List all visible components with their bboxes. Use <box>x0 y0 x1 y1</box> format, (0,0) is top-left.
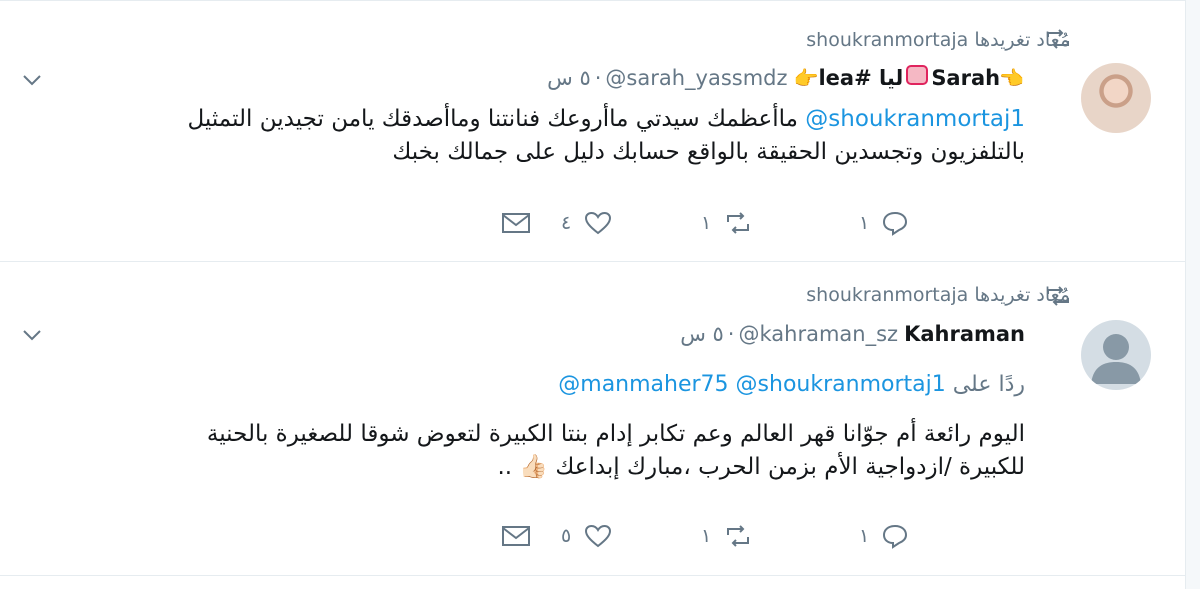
separator-dot: · <box>594 66 602 90</box>
pointing-hand-emoji: 👉 <box>1000 66 1025 90</box>
envelope-icon <box>502 526 530 546</box>
separator-dot: · <box>727 322 735 346</box>
tweet-actions: ١ ١ ٤ <box>502 203 1025 243</box>
retweet-count: ١ <box>701 525 712 547</box>
reply-to-label: ردًا على <box>952 372 1025 397</box>
tweet-header: ٥ س · @kahraman_sz Kahraman <box>680 322 1025 346</box>
retweet-context[interactable]: shoukranmortaja مُعاد تغريدها <box>806 29 1070 51</box>
like-button[interactable]: ٤ <box>561 203 613 243</box>
envelope-icon <box>502 213 530 233</box>
reply-icon <box>883 211 908 236</box>
timeline-feed: shoukranmortaja مُعاد تغريدها ٥ س · @sar… <box>0 0 1200 589</box>
like-count: ٤ <box>561 212 572 234</box>
retweet-icon <box>727 525 750 547</box>
reply-to-mentions[interactable]: @manmaher75 @shoukranmortaj1 <box>558 372 945 397</box>
reply-button[interactable]: ١ <box>859 203 909 243</box>
tweet[interactable]: shoukranmortaja مُعاد تغريدها ٥ س · @kah… <box>0 262 1185 576</box>
retweet-icon <box>727 212 750 234</box>
retweet-button[interactable]: ١ <box>701 516 753 556</box>
user-handle[interactable]: @sarah_yassmdz <box>605 66 787 90</box>
chevron-down-icon[interactable] <box>22 73 42 87</box>
retweet-context[interactable]: shoukranmortaja مُعاد تغريدها <box>806 284 1070 306</box>
retweet-button[interactable]: ١ <box>701 203 753 243</box>
display-name[interactable]: Sarah <box>931 66 1000 90</box>
dm-button[interactable] <box>500 516 532 556</box>
tweet-text-line: بالتلفزيون وتجسدين الحقيقة بالواقع حسابك… <box>392 139 1025 165</box>
timestamp[interactable]: ٥ س <box>680 322 724 346</box>
tweet-text-line: للكبيرة /ازدواجية الأم بزمن الحرب ،مبارك… <box>497 454 1025 480</box>
default-avatar-icon <box>1091 334 1141 384</box>
tweet-text-line: ماأعظمك سيدتي ماأروعك فنانتنا وماأصدقك ي… <box>187 106 798 132</box>
tweet-header: ٥ س · @sarah_yassmdz 👉 ليا #lea Sarah 👉 <box>547 65 1025 90</box>
dm-button[interactable] <box>500 203 532 243</box>
mention-link[interactable]: @shoukranmortaj1 <box>805 106 1025 132</box>
pointing-hand-emoji: 👉 <box>793 66 819 90</box>
heart-icon <box>585 524 612 548</box>
avatar[interactable] <box>1081 63 1151 133</box>
heart-emoji <box>906 65 929 85</box>
reply-button[interactable]: ١ <box>859 516 909 556</box>
tweet[interactable]: shoukranmortaja مُعاد تغريدها ٥ س · @sar… <box>0 0 1185 262</box>
avatar[interactable] <box>1081 320 1151 390</box>
reply-icon <box>883 524 908 549</box>
chevron-down-icon[interactable] <box>22 328 42 342</box>
retweet-count: ١ <box>701 212 712 234</box>
user-handle[interactable]: @kahraman_sz <box>738 322 898 346</box>
tweet-text-line: اليوم رائعة أم جوّانا قهر العالم وعم تكا… <box>206 421 1025 447</box>
display-name-extra[interactable]: ليا #lea <box>818 66 903 90</box>
tweet-text: @shoukranmortaj1 ماأعظمك سيدتي ماأروعك ف… <box>25 103 1026 169</box>
display-name[interactable]: Kahraman <box>904 322 1025 346</box>
tweet-actions: ١ ١ ٥ <box>502 516 1025 556</box>
tweet-text: اليوم رائعة أم جوّانا قهر العالم وعم تكا… <box>25 418 1025 484</box>
timestamp[interactable]: ٥ س <box>547 66 591 90</box>
reply-to-line: ردًا على @manmaher75 @shoukranmortaj1 <box>558 372 1025 397</box>
like-count: ٥ <box>561 525 572 547</box>
reply-count: ١ <box>859 212 870 234</box>
heart-icon <box>585 211 612 235</box>
like-button[interactable]: ٥ <box>561 516 613 556</box>
reply-count: ١ <box>859 525 870 547</box>
scrollbar-track[interactable] <box>1185 0 1200 589</box>
